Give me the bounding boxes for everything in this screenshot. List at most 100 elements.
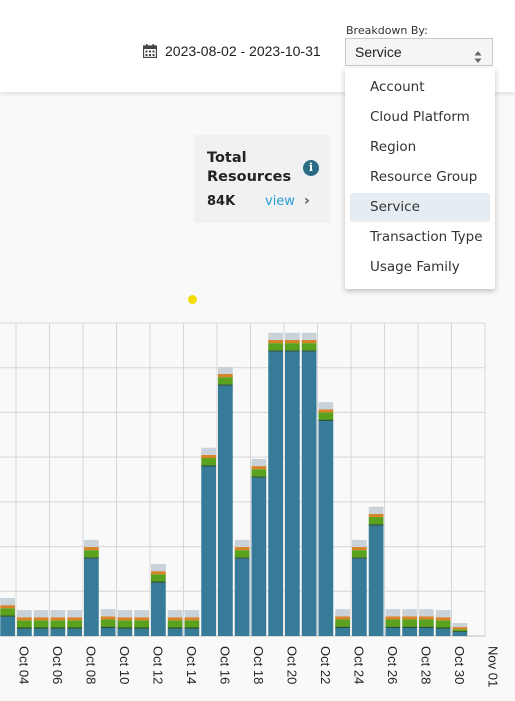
menu-item-transaction-type[interactable]: Transaction Type xyxy=(350,223,490,252)
bar-segment[interactable] xyxy=(368,524,384,526)
bar-segment[interactable] xyxy=(218,385,233,636)
bar-segment[interactable] xyxy=(352,539,367,548)
bar-segment[interactable] xyxy=(301,350,317,352)
bar-segment[interactable] xyxy=(335,616,350,620)
bar-segment[interactable] xyxy=(184,610,200,618)
bar-segment[interactable] xyxy=(251,476,267,478)
bar-segment[interactable] xyxy=(151,564,166,572)
bar-stack[interactable] xyxy=(452,623,468,636)
bar-segment[interactable] xyxy=(67,610,82,618)
bar-segment[interactable] xyxy=(268,351,283,636)
bar-stack[interactable] xyxy=(151,564,166,636)
bar-segment[interactable] xyxy=(301,332,317,340)
bar-segment[interactable] xyxy=(0,597,15,606)
bar-segment[interactable] xyxy=(402,609,417,617)
bar-segment[interactable] xyxy=(117,627,133,629)
bar-segment[interactable] xyxy=(368,517,384,525)
bar-segment[interactable] xyxy=(151,582,166,636)
bar-stack[interactable] xyxy=(251,458,267,636)
bar-segment[interactable] xyxy=(402,619,417,627)
bar-segment[interactable] xyxy=(352,550,367,558)
bar-segment[interactable] xyxy=(17,627,32,629)
bar-segment[interactable] xyxy=(285,339,300,344)
bar-segment[interactable] xyxy=(368,506,384,514)
bar-segment[interactable] xyxy=(151,571,166,575)
bar-stack[interactable] xyxy=(17,610,32,636)
bar-segment[interactable] xyxy=(385,609,401,617)
bar-stack[interactable] xyxy=(84,539,99,636)
bar-segment[interactable] xyxy=(84,547,99,551)
bar-segment[interactable] xyxy=(251,458,267,467)
bar-segment[interactable] xyxy=(452,627,468,630)
bar-segment[interactable] xyxy=(335,609,350,617)
bar-segment[interactable] xyxy=(285,351,300,636)
menu-item-usage-family[interactable]: Usage Family xyxy=(350,253,490,282)
bar-segment[interactable] xyxy=(268,350,283,352)
bar-stack[interactable] xyxy=(134,610,149,636)
bar-segment[interactable] xyxy=(134,610,149,618)
bar-segment[interactable] xyxy=(50,627,66,629)
bar-segment[interactable] xyxy=(402,626,417,628)
bar-segment[interactable] xyxy=(100,627,116,636)
bar-segment[interactable] xyxy=(100,609,116,617)
bar-segment[interactable] xyxy=(0,615,15,617)
bar-segment[interactable] xyxy=(201,465,216,467)
bar-segment[interactable] xyxy=(435,617,451,621)
bar-segment[interactable] xyxy=(452,623,468,628)
bar-segment[interactable] xyxy=(50,617,66,621)
bar-segment[interactable] xyxy=(251,466,267,470)
bar-segment[interactable] xyxy=(134,628,149,636)
bar-segment[interactable] xyxy=(335,627,350,636)
bar-stack[interactable] xyxy=(385,609,401,636)
bar-segment[interactable] xyxy=(419,619,434,627)
bar-stack[interactable] xyxy=(67,610,82,636)
bar-segment[interactable] xyxy=(218,384,233,386)
bar-segment[interactable] xyxy=(201,454,216,459)
bar-stack[interactable] xyxy=(419,609,434,636)
bar-stack[interactable] xyxy=(167,610,183,636)
bar-segment[interactable] xyxy=(301,339,317,344)
bar-segment[interactable] xyxy=(0,608,15,616)
bar-segment[interactable] xyxy=(33,627,49,629)
bar-segment[interactable] xyxy=(117,610,133,618)
bar-stack[interactable] xyxy=(184,610,200,636)
bar-segment[interactable] xyxy=(251,469,267,477)
bar-segment[interactable] xyxy=(67,627,82,629)
bar-segment[interactable] xyxy=(435,610,451,618)
bar-stack[interactable] xyxy=(201,447,216,636)
bar-segment[interactable] xyxy=(368,513,384,518)
bar-stack[interactable] xyxy=(0,597,15,636)
bar-segment[interactable] xyxy=(218,366,233,374)
bar-stack[interactable] xyxy=(335,609,350,636)
bar-segment[interactable] xyxy=(285,332,300,340)
bar-segment[interactable] xyxy=(318,402,334,410)
bar-segment[interactable] xyxy=(0,616,15,636)
bar-segment[interactable] xyxy=(117,617,133,621)
bar-segment[interactable] xyxy=(134,617,149,621)
bar-segment[interactable] xyxy=(17,610,32,618)
bar-segment[interactable] xyxy=(151,574,166,582)
bar-segment[interactable] xyxy=(301,343,317,351)
bar-segment[interactable] xyxy=(452,631,468,632)
bar-segment[interactable] xyxy=(218,377,233,385)
bar-segment[interactable] xyxy=(234,547,250,551)
bar-segment[interactable] xyxy=(251,477,267,636)
bar-segment[interactable] xyxy=(452,629,468,632)
bar-segment[interactable] xyxy=(17,620,32,628)
bar-segment[interactable] xyxy=(234,558,250,636)
bar-segment[interactable] xyxy=(268,332,283,340)
bar-segment[interactable] xyxy=(100,616,116,620)
bar-stack[interactable] xyxy=(352,539,367,636)
menu-item-account[interactable]: Account xyxy=(350,73,490,102)
bar-segment[interactable] xyxy=(285,350,300,352)
bar-segment[interactable] xyxy=(368,525,384,636)
bar-segment[interactable] xyxy=(134,627,149,629)
bar-stack[interactable] xyxy=(50,610,66,636)
bar-segment[interactable] xyxy=(385,619,401,627)
bar-stack[interactable] xyxy=(33,610,49,636)
bar-stack[interactable] xyxy=(318,402,334,636)
bar-segment[interactable] xyxy=(17,628,32,636)
bar-segment[interactable] xyxy=(33,620,49,628)
bar-segment[interactable] xyxy=(67,620,82,628)
bar-segment[interactable] xyxy=(435,620,451,628)
